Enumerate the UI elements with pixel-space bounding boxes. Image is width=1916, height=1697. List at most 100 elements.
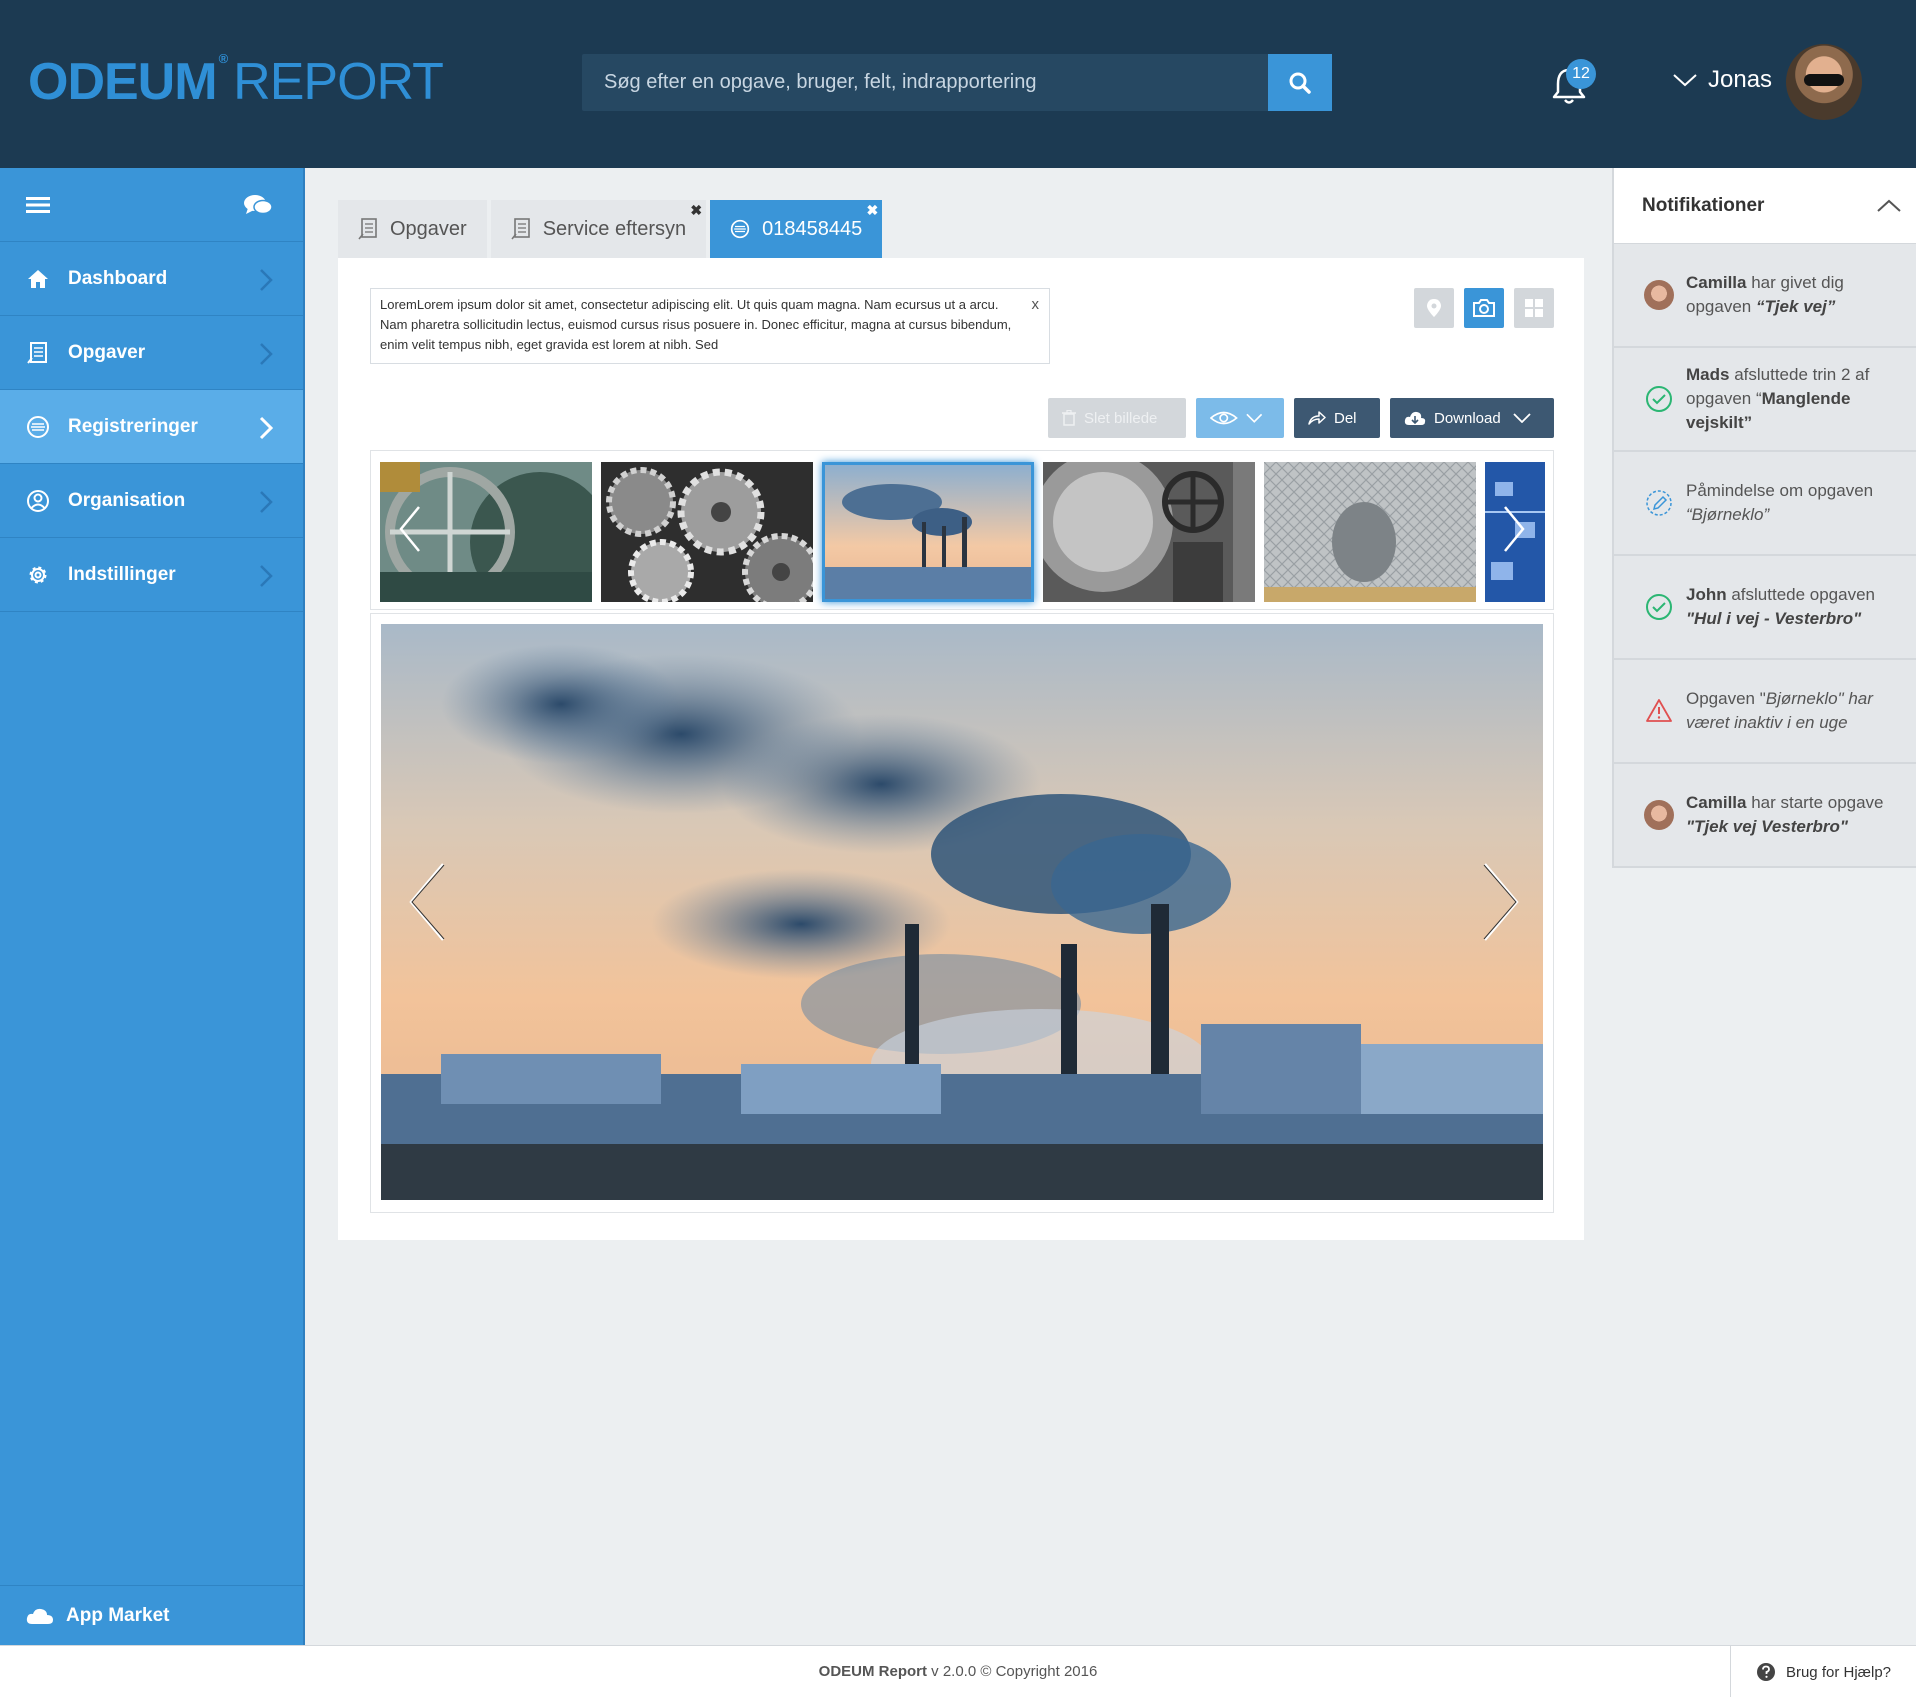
trash-icon bbox=[1062, 410, 1076, 426]
pencil-icon bbox=[1646, 490, 1672, 516]
logo-text-report: REPORT bbox=[233, 53, 444, 111]
thumbnail-image bbox=[1043, 462, 1255, 602]
chat-icon[interactable] bbox=[243, 193, 273, 217]
view-mode-buttons bbox=[1404, 288, 1554, 328]
tab-close-button[interactable]: ✖ bbox=[866, 202, 878, 219]
sidebar-item-registreringer[interactable]: Registreringer bbox=[0, 390, 303, 464]
menu-icon[interactable] bbox=[26, 195, 50, 215]
tab-label: Opgaver bbox=[390, 217, 467, 240]
chevron-down-icon bbox=[1245, 413, 1262, 423]
notification-item[interactable]: Camilla har givet dig opgaven “Tjek vej” bbox=[1614, 244, 1916, 348]
notification-item[interactable]: Opgaven "Bjørneklo" har været inaktiv i … bbox=[1614, 660, 1916, 764]
registrations-icon bbox=[730, 219, 750, 239]
user-name: Jonas bbox=[1708, 66, 1773, 93]
cloud-icon bbox=[26, 1608, 53, 1624]
tab-label: 018458445 bbox=[762, 217, 863, 240]
search-icon bbox=[1289, 72, 1311, 94]
thumbnail-next-arrow[interactable] bbox=[1501, 505, 1527, 553]
notification-text: John afsluttede opgaven "Hul i vej - Ves… bbox=[1686, 585, 1876, 628]
grid-icon bbox=[1525, 299, 1543, 317]
tab-opgaver[interactable]: Opgaver bbox=[338, 200, 487, 258]
share-button[interactable]: Del bbox=[1294, 398, 1380, 438]
notification-text: Camilla har starte opgave "Tjek vej Vest… bbox=[1686, 793, 1884, 836]
main-photo bbox=[381, 624, 1543, 1200]
thumbnail-factory[interactable] bbox=[822, 462, 1034, 602]
thumbnail-strip bbox=[370, 450, 1554, 610]
map-view-button[interactable] bbox=[1414, 288, 1454, 328]
camilla-avatar bbox=[1644, 800, 1674, 830]
thumbnail-prev-arrow[interactable] bbox=[397, 505, 423, 553]
logo-text-odeum: ODEUM bbox=[28, 53, 218, 111]
user-icon bbox=[27, 489, 49, 512]
notification-text: Opgaven "Bjørneklo" har været inaktiv i … bbox=[1686, 689, 1873, 732]
image-actions: Slet billede Del Download bbox=[1038, 398, 1554, 438]
notification-text: Påmindelse om opgaven “Bjørneklo” bbox=[1686, 481, 1874, 524]
grid-view-button[interactable] bbox=[1514, 288, 1554, 328]
share-icon bbox=[1308, 411, 1326, 425]
share-label: Del bbox=[1334, 409, 1357, 427]
sidebar-item-opgaver[interactable]: Opgaver bbox=[0, 316, 303, 390]
sidebar: Dashboard Opgaver Registreringer Organis… bbox=[0, 168, 305, 1645]
registration-panel: LoremLorem ipsum dolor sit amet, consect… bbox=[338, 258, 1584, 1240]
user-menu[interactable]: Jonas bbox=[1672, 62, 1772, 98]
map-pin-icon bbox=[1427, 299, 1441, 317]
check-circle-icon bbox=[1646, 594, 1672, 620]
registrations-icon bbox=[27, 415, 49, 438]
help-button[interactable]: Brug for Hjælp? bbox=[1730, 1646, 1916, 1697]
avatar-sunglasses bbox=[1804, 74, 1844, 86]
notification-item[interactable]: Mads afsluttede trin 2 af opgaven “Mangl… bbox=[1614, 348, 1916, 452]
tab-service-eftersyn[interactable]: Service eftersyn ✖ bbox=[490, 200, 707, 258]
notification-text: Mads afsluttede trin 2 af opgaven “Mangl… bbox=[1686, 365, 1870, 432]
thumbnail-image bbox=[601, 462, 813, 602]
help-label: Brug for Hjælp? bbox=[1785, 1663, 1892, 1681]
image-next-arrow[interactable] bbox=[1481, 862, 1521, 942]
notification-item[interactable]: John afsluttede opgaven "Hul i vej - Ves… bbox=[1614, 556, 1916, 660]
chevron-up-icon[interactable] bbox=[1876, 198, 1902, 214]
thumbnail-pipes[interactable] bbox=[1043, 462, 1255, 602]
chevron-right-icon bbox=[259, 416, 273, 440]
notification-item[interactable]: Camilla har starte opgave "Tjek vej Vest… bbox=[1614, 764, 1916, 868]
info-message-text: LoremLorem ipsum dolor sit amet, consect… bbox=[380, 297, 1012, 352]
cloud-download-icon bbox=[1404, 411, 1426, 425]
image-viewer bbox=[370, 613, 1554, 1213]
eye-icon bbox=[1210, 411, 1238, 425]
top-bar: ODEUM ® REPORT 12 Jonas bbox=[0, 0, 1916, 168]
notifications-panel: Notifikationer Camilla har givet dig opg… bbox=[1612, 168, 1916, 868]
sidebar-item-label: Opgaver bbox=[68, 341, 146, 363]
notifications-header[interactable]: Notifikationer bbox=[1614, 168, 1916, 244]
tab-label: Service eftersyn bbox=[542, 217, 687, 240]
tab-close-button[interactable]: ✖ bbox=[690, 202, 702, 219]
delete-image-button[interactable]: Slet billede bbox=[1048, 398, 1186, 438]
footer-brand: ODEUM Report bbox=[818, 1663, 927, 1680]
tab-018458445[interactable]: 018458445 ✖ bbox=[710, 200, 883, 258]
sidebar-toolbar bbox=[0, 168, 303, 242]
visibility-dropdown[interactable] bbox=[1196, 398, 1284, 438]
warning-icon bbox=[1646, 699, 1672, 722]
search-bar bbox=[582, 54, 1332, 111]
notification-item[interactable]: Påmindelse om opgaven “Bjørneklo” bbox=[1614, 452, 1916, 556]
chevron-down-icon bbox=[1513, 413, 1531, 423]
thumbnail-gears[interactable] bbox=[601, 462, 813, 602]
sidebar-item-label: Organisation bbox=[68, 489, 186, 511]
download-dropdown[interactable]: Download bbox=[1390, 398, 1554, 438]
delete-image-label: Slet billede bbox=[1084, 409, 1158, 427]
photo-view-button[interactable] bbox=[1464, 288, 1504, 328]
logo[interactable]: ODEUM ® REPORT bbox=[28, 51, 444, 111]
camera-icon bbox=[1473, 299, 1495, 317]
app-market-label: App Market bbox=[66, 1604, 170, 1626]
sidebar-item-label: Indstillinger bbox=[68, 563, 176, 585]
sidebar-item-organisation[interactable]: Organisation bbox=[0, 464, 303, 538]
footer-version: v 2.0.0 © Copyright 2016 bbox=[927, 1663, 1098, 1680]
search-input[interactable] bbox=[582, 54, 1268, 111]
footer: ODEUM Report v 2.0.0 © Copyright 2016 Br… bbox=[0, 1645, 1916, 1697]
search-button[interactable] bbox=[1268, 54, 1332, 111]
sidebar-item-dashboard[interactable]: Dashboard bbox=[0, 242, 303, 316]
app-market-button[interactable]: App Market bbox=[0, 1585, 303, 1645]
info-close-button[interactable]: x bbox=[1032, 295, 1040, 315]
user-avatar[interactable] bbox=[1786, 44, 1862, 120]
tasks-icon bbox=[511, 218, 530, 240]
image-prev-arrow[interactable] bbox=[407, 862, 447, 942]
thumbnail-fence[interactable] bbox=[1264, 462, 1476, 602]
sidebar-item-indstillinger[interactable]: Indstillinger bbox=[0, 538, 303, 612]
logo-registered-mark: ® bbox=[218, 51, 229, 66]
